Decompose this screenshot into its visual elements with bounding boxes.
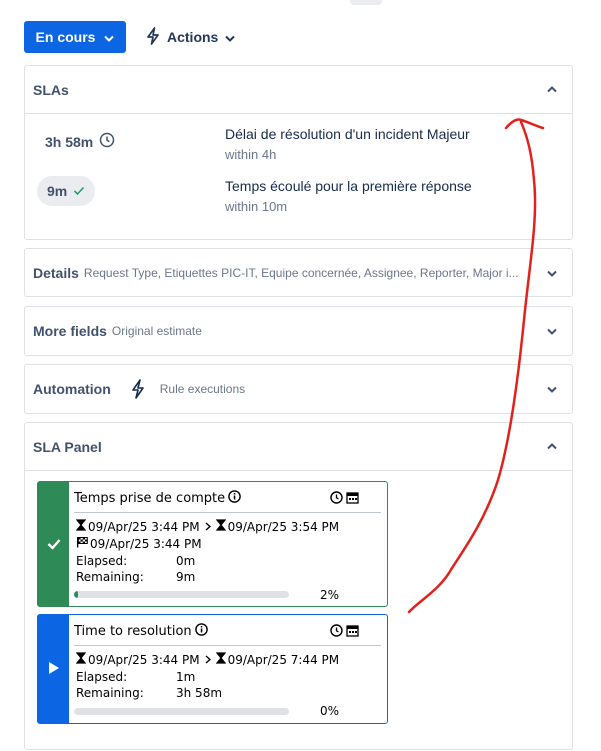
sla-card-divider	[74, 512, 381, 513]
sla-card-elapsed: 0m	[176, 554, 196, 568]
sla-card-icons	[330, 622, 359, 641]
clock-icon[interactable]	[330, 489, 343, 508]
chevron-down-icon	[104, 29, 115, 45]
sla-card-remaining: 9m	[176, 570, 196, 584]
chevron-down-icon[interactable]	[546, 383, 558, 395]
sla-panel-title: SLA Panel	[33, 438, 102, 455]
details-panel-title: Details	[33, 265, 79, 281]
more-fields-panel-summary: Original estimate	[111, 324, 202, 338]
details-panel-header[interactable]: Details Request Type, Etiquettes PIC-IT,…	[25, 249, 572, 297]
clock-icon[interactable]	[330, 622, 343, 641]
automation-panel-summary: Rule executions	[159, 382, 246, 396]
sla-card-status-stripe	[38, 482, 69, 606]
sla-card-elapsed-label: Elapsed:	[76, 670, 128, 684]
status-button[interactable]: En cours	[24, 21, 126, 53]
sla-panel-header[interactable]: SLA Panel	[25, 423, 572, 471]
sla-card-progress-bar	[74, 708, 289, 715]
sla-card-dates: 09/Apr/25 3:44 PM 09/Apr/25 3:54 PM	[75, 519, 340, 534]
sla-panel: SLA Panel Temps prise de compte 09/Apr/2…	[24, 422, 573, 750]
automation-panel: Automation Rule executions	[24, 364, 573, 414]
actions-button[interactable]: Actions	[146, 21, 236, 53]
sla-remaining: 3h 58m	[45, 133, 94, 150]
sla-remaining-badge: 3h 58m	[45, 132, 115, 151]
sla-card-progress-text: 0%	[319, 704, 339, 718]
sla-card-progress-bar	[74, 591, 289, 598]
sla-card-remaining-label: Remaining:	[76, 686, 144, 700]
info-icon[interactable]	[228, 490, 241, 507]
sla-card-remaining: 3h 58m	[176, 686, 223, 700]
sla-card-divider	[74, 645, 381, 646]
sla-card-remaining-label: Remaining:	[76, 570, 144, 584]
calendar-icon[interactable]	[346, 622, 359, 641]
sla-card-title-row: Temps prise de compte	[74, 490, 241, 507]
sla-name: Délai de résolution d'un incident Majeur	[225, 126, 470, 142]
hourglass-icon	[215, 519, 226, 534]
sla-card-title: Temps prise de compte	[74, 491, 226, 506]
chevron-down-icon[interactable]	[546, 325, 558, 337]
sla-card-start: 09/Apr/25 3:44 PM	[88, 519, 200, 534]
chevron-down-icon	[225, 29, 236, 45]
sla-goal: within 4h	[225, 147, 277, 162]
slas-panel-header[interactable]: SLAs	[25, 66, 572, 114]
lightning-icon	[146, 26, 160, 48]
chevron-down-icon[interactable]	[546, 267, 558, 279]
sla-card-icons	[330, 489, 359, 508]
sla-card-title: Time to resolution	[74, 624, 192, 639]
sla-card-status-stripe	[38, 615, 69, 723]
details-panel-summary: Request Type, Etiquettes PIC-IT, Equipe …	[83, 266, 519, 280]
info-icon[interactable]	[194, 623, 208, 640]
sla-card-dates: 09/Apr/25 3:44 PM 09/Apr/25 7:44 PM	[75, 652, 340, 667]
more-fields-panel-title: More fields	[33, 323, 107, 339]
sla-card-progress-fill	[74, 591, 79, 598]
chevron-right-icon	[205, 520, 211, 534]
status-label: En cours	[35, 29, 96, 45]
check-icon	[73, 183, 85, 199]
sla-card: Temps prise de compte 09/Apr/25 3:44 PM	[37, 481, 388, 607]
sla-card: Time to resolution 09/Apr/25 3:44 PM 09/…	[37, 614, 388, 724]
checkered-flag-icon	[76, 536, 88, 551]
chevron-up-icon[interactable]	[546, 441, 558, 453]
hourglass-icon	[215, 652, 226, 667]
sla-card-target: 09/Apr/25 7:44 PM	[227, 652, 340, 667]
hourglass-icon	[75, 519, 87, 534]
calendar-icon[interactable]	[346, 489, 359, 508]
clock-icon	[99, 132, 115, 151]
actions-label: Actions	[167, 29, 219, 45]
sla-goal: within 10m	[225, 199, 288, 214]
sla-card-finished: 09/Apr/25 3:44 PM	[90, 536, 202, 551]
details-panel: Details Request Type, Etiquettes PIC-IT,…	[24, 248, 573, 297]
sla-name: Temps écoulé pour la première réponse	[225, 178, 472, 194]
sla-card-target: 09/Apr/25 3:54 PM	[227, 519, 340, 534]
sla-card-finish: 09/Apr/25 3:44 PM	[76, 536, 202, 551]
slas-panel: SLAs 3h 58m Délai de résolution d'un inc…	[24, 65, 573, 240]
lightning-icon	[131, 379, 145, 399]
chevron-up-icon[interactable]	[546, 84, 558, 96]
issue-toolbar: En cours Actions	[24, 21, 236, 53]
sla-card-start: 09/Apr/25 3:44 PM	[88, 652, 200, 667]
sla-card-elapsed-label: Elapsed:	[76, 554, 128, 568]
sla-remaining: 9m	[47, 183, 68, 199]
more-fields-panel: More fields Original estimate	[24, 306, 573, 356]
sla-card-title-row: Time to resolution	[74, 623, 208, 640]
chevron-right-icon	[205, 653, 211, 667]
sla-remaining-badge: 9m	[37, 176, 96, 206]
sla-card-elapsed: 1m	[176, 670, 196, 684]
automation-panel-header[interactable]: Automation Rule executions	[25, 365, 572, 413]
hourglass-icon	[75, 652, 87, 667]
more-fields-panel-header[interactable]: More fields Original estimate	[25, 307, 572, 355]
top-scroll-stub	[350, 0, 382, 5]
sla-card-progress-text: 2%	[319, 588, 339, 602]
check-icon	[47, 535, 61, 554]
automation-panel-title: Automation	[33, 381, 111, 397]
play-icon	[48, 660, 60, 679]
slas-panel-title: SLAs	[33, 81, 69, 98]
